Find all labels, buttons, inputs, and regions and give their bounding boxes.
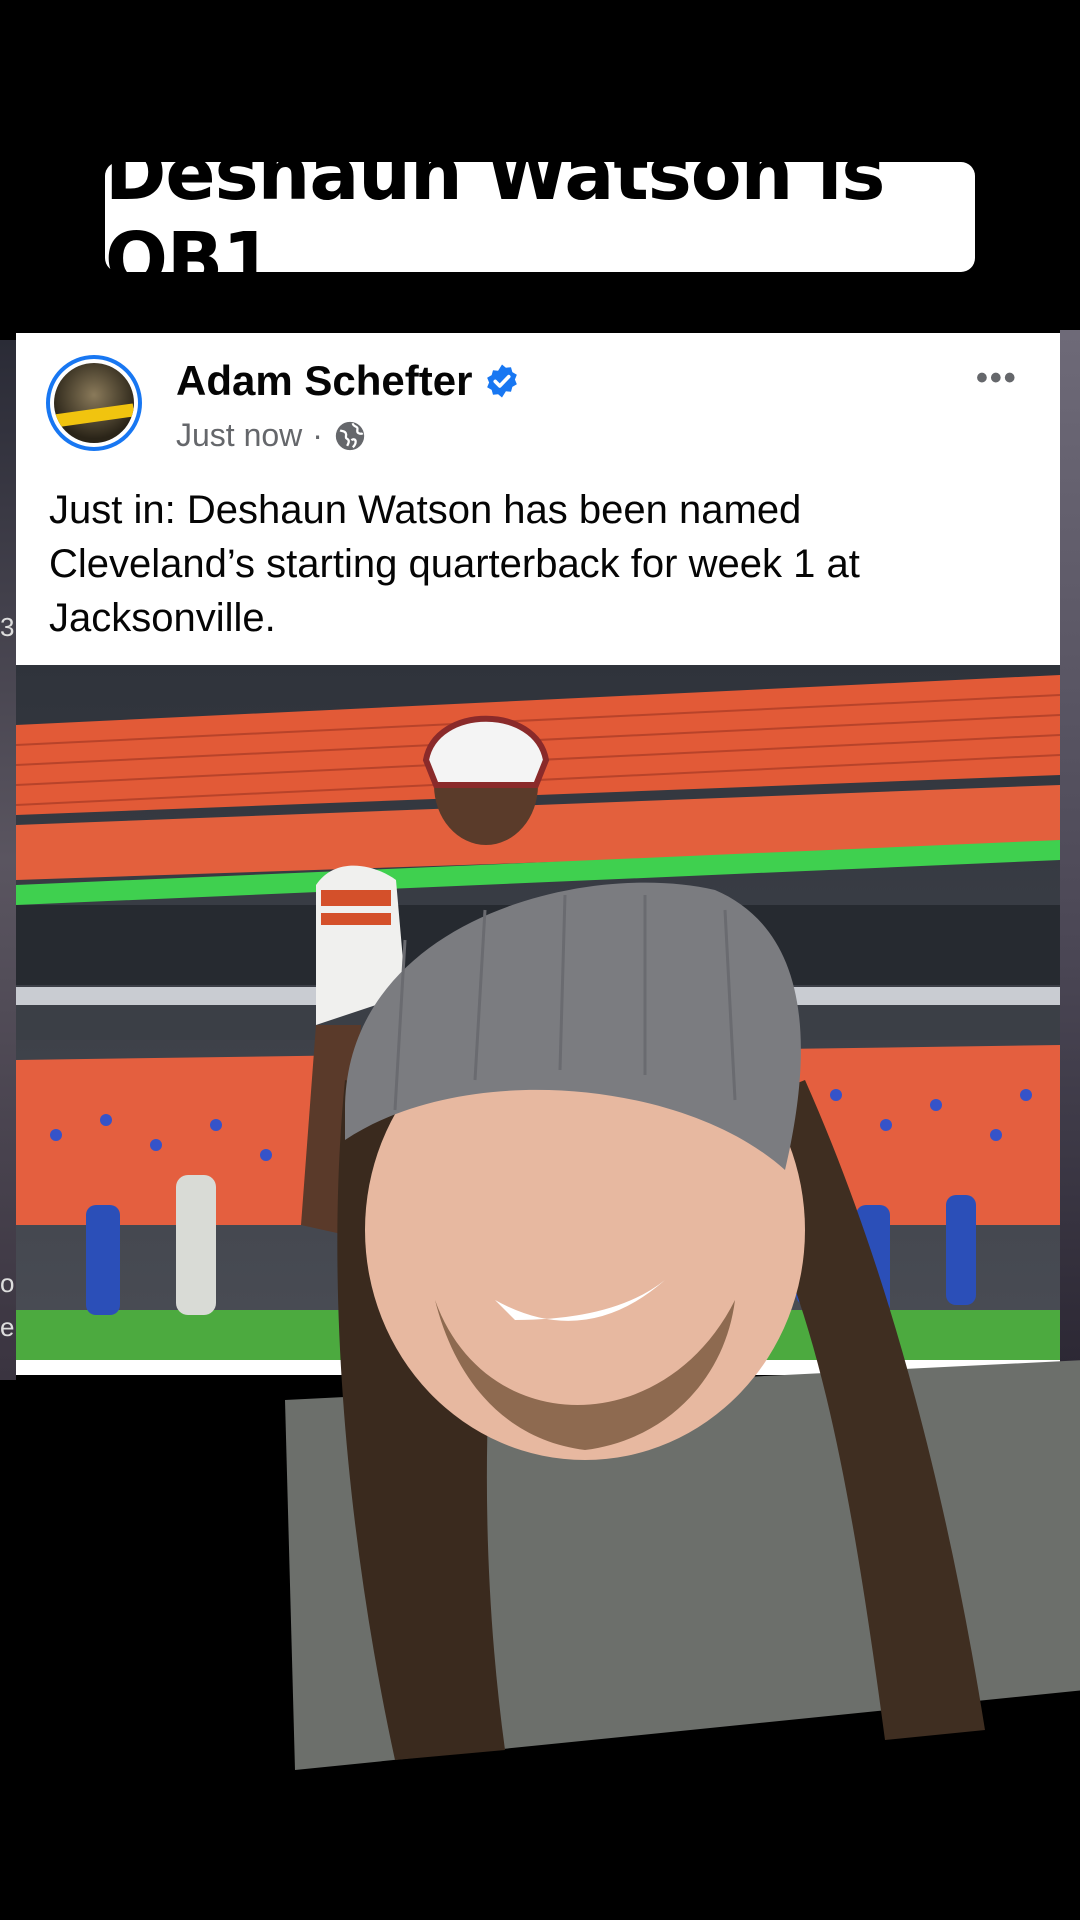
author-name[interactable]: Adam Schefter (176, 357, 472, 405)
verified-badge-icon (487, 364, 518, 398)
creator-overlay (285, 880, 1080, 1780)
side-text: e (0, 1312, 15, 1342)
creator-image (285, 882, 1080, 1770)
post-meta: Just now · (176, 417, 367, 454)
avatar-image (54, 363, 134, 443)
more-options-icon[interactable]: ••• (976, 359, 1018, 398)
video-caption: Deshaun Watson is QB1 (105, 131, 885, 303)
post-timestamp[interactable]: Just now (176, 417, 302, 454)
post-text: Just in: Deshaun Watson has been named C… (49, 488, 860, 640)
background-video-left (0, 340, 16, 1380)
side-text: 3 (0, 612, 15, 642)
side-text: o (0, 1268, 15, 1298)
globe-icon (335, 421, 365, 450)
author-row: Adam Schefter (176, 357, 520, 405)
author-avatar[interactable] (46, 355, 142, 451)
caption-box: Deshaun Watson is QB1 (105, 131, 975, 303)
